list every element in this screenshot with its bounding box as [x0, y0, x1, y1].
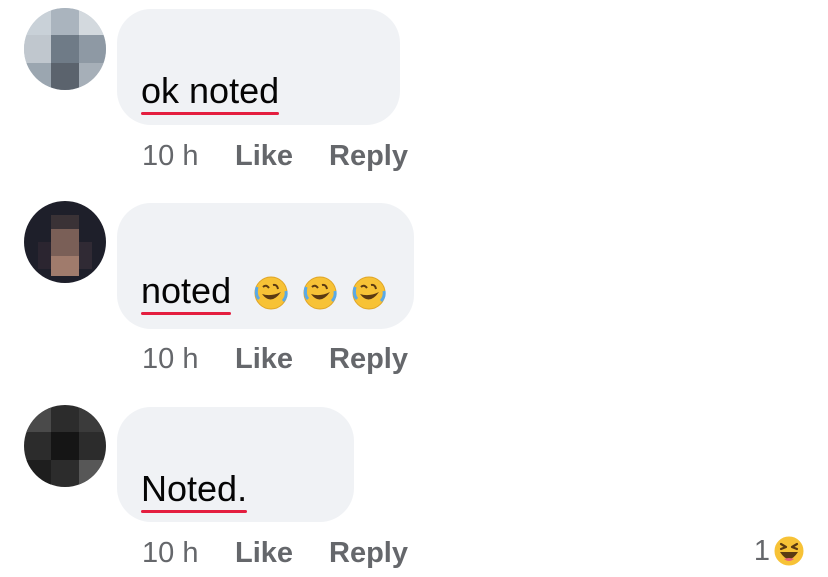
haha-reaction-icon [772, 534, 806, 568]
comment-thread: ok noted 10 h Like Reply noted 10 h Like… [0, 0, 828, 577]
spellcheck-underline [141, 312, 232, 315]
reaction-count: 1 [753, 534, 770, 567]
timestamp[interactable]: 10 h [142, 537, 198, 570]
spellcheck-underline [141, 510, 248, 513]
author-name[interactable] [139, 433, 329, 453]
comment-bubble: ok noted [117, 9, 400, 125]
misspelled-word: ok noted [141, 71, 280, 115]
comment-text: ok noted [141, 71, 280, 115]
like-button[interactable]: Like [235, 140, 293, 173]
misspelled-word: noted [141, 271, 232, 315]
spellcheck-underline [141, 112, 280, 115]
reply-button[interactable]: Reply [329, 140, 408, 173]
avatar[interactable] [24, 201, 106, 283]
rolling-on-floor-laughing-emoji [352, 276, 386, 310]
like-button[interactable]: Like [235, 343, 293, 376]
author-name[interactable] [139, 35, 371, 55]
timestamp[interactable]: 10 h [142, 343, 198, 376]
reaction-summary[interactable]: 1 [754, 534, 806, 568]
reply-button[interactable]: Reply [329, 343, 408, 376]
rolling-on-floor-laughing-emoji [254, 276, 288, 310]
comment-text: Noted. [141, 469, 248, 513]
like-button[interactable]: Like [235, 537, 293, 570]
avatar[interactable] [24, 405, 106, 487]
comment-text: noted [141, 271, 387, 315]
comment-bubble: Noted. [117, 407, 354, 522]
misspelled-word: Noted. [141, 469, 248, 513]
comment-bubble: noted [117, 203, 414, 329]
reply-button[interactable]: Reply [329, 537, 408, 570]
rolling-on-floor-laughing-emoji [303, 276, 337, 310]
timestamp[interactable]: 10 h [142, 140, 198, 173]
avatar[interactable] [24, 8, 106, 90]
author-name[interactable] [139, 228, 325, 248]
